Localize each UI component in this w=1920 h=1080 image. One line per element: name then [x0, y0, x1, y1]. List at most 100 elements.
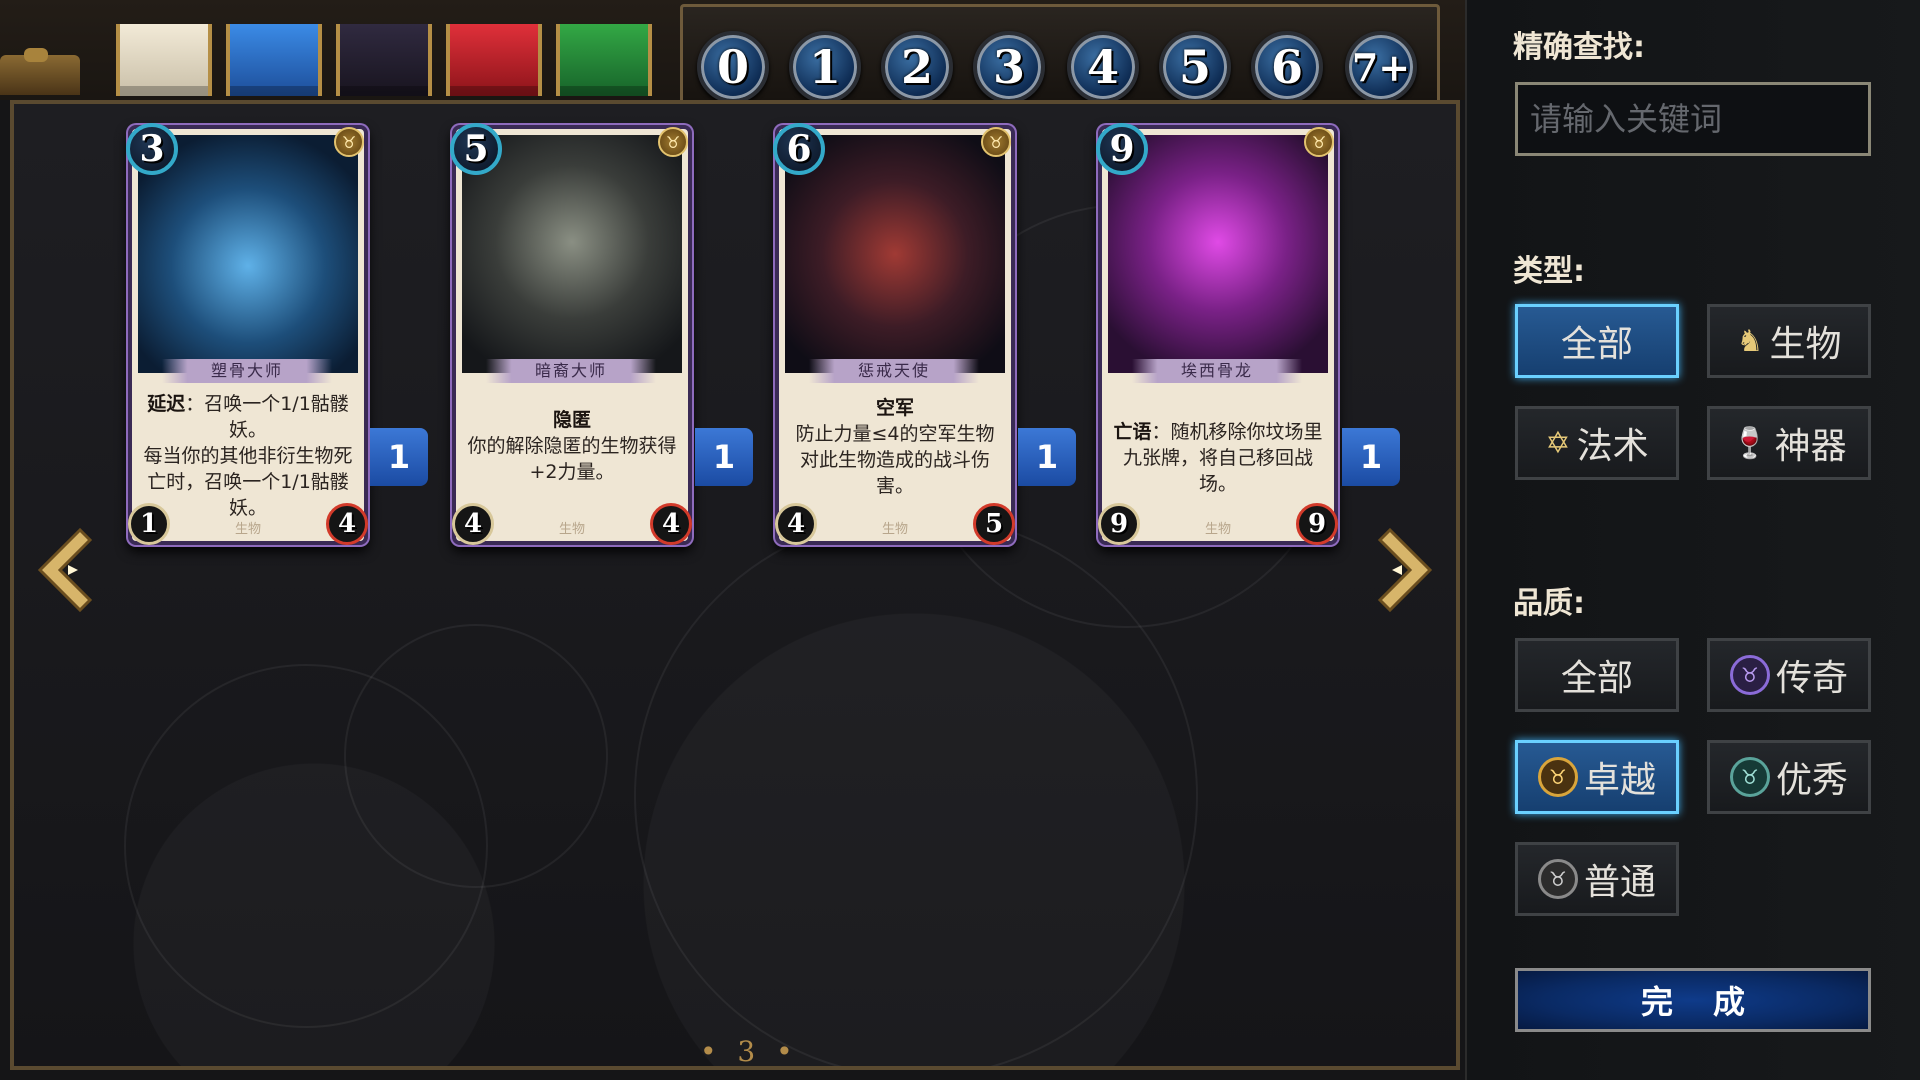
card-art	[1108, 135, 1328, 373]
card-text-extra: 每当你的其他非衍生物死亡时，召唤一个1/1骷髅妖。	[143, 445, 353, 519]
card-name: 暗裔大师	[486, 359, 656, 383]
cost-filter-5[interactable]: 5	[1159, 31, 1231, 103]
card-count-badge: 1	[1018, 428, 1076, 486]
cost-filter-3[interactable]: 3	[973, 31, 1045, 103]
card-count-badge: 1	[1342, 428, 1400, 486]
card-cost-gem: 6	[773, 123, 825, 175]
card-text-body: ：召唤一个1/1骷髅妖。	[185, 393, 349, 441]
card-text: 隐匿 你的解除隐匿的生物获得+2力量。	[464, 407, 680, 485]
cost-filter-0[interactable]: 0	[697, 31, 769, 103]
goblet-icon: 🍷	[1731, 425, 1769, 461]
rarity-excellent-icon: ♉	[658, 127, 688, 157]
star-icon: ✡	[1545, 425, 1571, 461]
button-label: 生物	[1769, 324, 1842, 365]
button-label: 全部	[1560, 324, 1633, 365]
next-page-arrow-icon[interactable]	[1370, 525, 1440, 615]
card-cost-gem: 3	[126, 123, 178, 175]
card-name: 埃西骨龙	[1132, 359, 1302, 383]
card-attack-gem: 9	[1098, 503, 1140, 545]
color-filter-blue[interactable]	[226, 24, 322, 96]
card-bone-dragon[interactable]: 埃西骨龙 亡语：随机移除你坟场里九张牌，将自己移回战场。 生物 9 ♉ 9 9	[1096, 123, 1338, 545]
card-punishing-angel[interactable]: 惩戒天使 空军 防止力量≤4的空军生物对此生物造成的战斗伤害。 生物 6 ♉ 4…	[773, 123, 1015, 545]
color-filter-white[interactable]	[116, 24, 212, 96]
cost-filter-7plus[interactable]: 7+	[1345, 31, 1417, 103]
card-keyword: 空军	[875, 397, 914, 419]
card-health-gem: 9	[1296, 503, 1338, 545]
color-filter-black[interactable]	[336, 24, 432, 96]
card-name: 塑骨大师	[162, 359, 332, 383]
button-label: 普通	[1583, 862, 1656, 903]
horse-head-icon: ♞	[1736, 323, 1764, 359]
scroll-rod-knob	[24, 48, 48, 62]
card-text-extra: 防止力量≤4的空军生物对此生物造成的战斗伤害。	[795, 423, 995, 497]
type-filter-creature-button[interactable]: ♞ 生物	[1707, 304, 1871, 378]
card-frame: 塑骨大师 延迟：召唤一个1/1骷髅妖。 每当你的其他非衍生物死亡时，召唤一个1/…	[128, 125, 368, 545]
type-filter-all-button[interactable]: 全部	[1515, 304, 1679, 378]
button-label: 优秀	[1775, 760, 1848, 801]
card-keyword: 隐匿	[552, 409, 591, 431]
type-filter-artifact-button[interactable]: 🍷 神器	[1707, 406, 1871, 480]
card-art	[462, 135, 682, 373]
card-frame: 暗裔大师 隐匿 你的解除隐匿的生物获得+2力量。 生物	[452, 125, 692, 545]
card-text: 空军 防止力量≤4的空军生物对此生物造成的战斗伤害。	[787, 395, 1003, 499]
prev-page-arrow-icon[interactable]	[30, 525, 100, 615]
card-text: 延迟：召唤一个1/1骷髅妖。 每当你的其他非衍生物死亡时，召唤一个1/1骷髅妖。	[140, 391, 356, 521]
card-keyword: 延迟	[147, 393, 186, 415]
button-label: 法术	[1576, 426, 1649, 467]
card-keyword: 亡语	[1113, 421, 1152, 443]
card-name: 惩戒天使	[809, 359, 979, 383]
color-filter-red[interactable]	[446, 24, 542, 96]
quality-filter-all-button[interactable]: 全部	[1515, 638, 1679, 712]
quality-filter-common-button[interactable]: ♉ 普通	[1515, 842, 1679, 916]
card-text-extra: 你的解除隐匿的生物获得+2力量。	[467, 435, 677, 483]
cost-filter-bar: 0 1 2 3 4 5 6 7+	[680, 4, 1440, 103]
card-attack-gem: 4	[452, 503, 494, 545]
cost-filter-1[interactable]: 1	[789, 31, 861, 103]
cost-filter-4[interactable]: 4	[1067, 31, 1139, 103]
card-cost-gem: 5	[450, 123, 502, 175]
card-attack-gem: 1	[128, 503, 170, 545]
card-art	[138, 135, 358, 373]
card-bone-shaper[interactable]: 塑骨大师 延迟：召唤一个1/1骷髅妖。 每当你的其他非衍生物死亡时，召唤一个1/…	[126, 123, 368, 545]
quality-filter-excellent-button[interactable]: ♉ 卓越	[1515, 740, 1679, 814]
card-count-badge: 1	[695, 428, 753, 486]
color-filter-green[interactable]	[556, 24, 652, 96]
type-filter-spell-button[interactable]: ✡ 法术	[1515, 406, 1679, 480]
quality-label: 品质:	[1513, 586, 1585, 621]
card-frame: 埃西骨龙 亡语：随机移除你坟场里九张牌，将自己移回战场。 生物	[1098, 125, 1338, 545]
rarity-excellent-icon: ♉	[334, 127, 364, 157]
card-count-badge: 1	[370, 428, 428, 486]
button-label: 全部	[1560, 658, 1633, 699]
button-label: 传奇	[1775, 658, 1848, 699]
top-bar: 0 1 2 3 4 5 6 7+	[0, 0, 1465, 103]
card-dark-master[interactable]: 暗裔大师 隐匿 你的解除隐匿的生物获得+2力量。 生物 5 ♉ 4 4	[450, 123, 692, 545]
decorative-circle	[344, 624, 608, 888]
legendary-rarity-icon: ♉	[1729, 655, 1770, 695]
rarity-excellent-icon: ♉	[981, 127, 1011, 157]
card-health-gem: 4	[326, 503, 368, 545]
quality-filter-good-button[interactable]: ♉ 优秀	[1707, 740, 1871, 814]
common-rarity-icon: ♉	[1537, 859, 1578, 899]
card-attack-gem: 4	[775, 503, 817, 545]
done-button[interactable]: 完成	[1515, 968, 1871, 1032]
good-rarity-icon: ♉	[1729, 757, 1770, 797]
card-text: 亡语：随机移除你坟场里九张牌，将自己移回战场。	[1110, 419, 1326, 497]
excellent-rarity-icon: ♉	[1537, 757, 1578, 797]
quality-filter-legendary-button[interactable]: ♉ 传奇	[1707, 638, 1871, 712]
cost-filter-2[interactable]: 2	[881, 31, 953, 103]
card-art	[785, 135, 1005, 373]
button-label: 神器	[1774, 426, 1847, 467]
card-cost-gem: 9	[1096, 123, 1148, 175]
card-frame: 惩戒天使 空军 防止力量≤4的空军生物对此生物造成的战斗伤害。 生物	[775, 125, 1015, 545]
card-health-gem: 5	[973, 503, 1015, 545]
cost-filter-6[interactable]: 6	[1251, 31, 1323, 103]
search-label: 精确查找:	[1513, 30, 1645, 65]
card-health-gem: 4	[650, 503, 692, 545]
keyword-search-input[interactable]	[1515, 82, 1871, 156]
page-indicator: • 3 •	[700, 1035, 799, 1068]
button-label: 卓越	[1583, 760, 1656, 801]
type-label: 类型:	[1513, 254, 1585, 289]
card-text-body: ：随机移除你坟场里九张牌，将自己移回战场。	[1122, 421, 1323, 495]
rarity-excellent-icon: ♉	[1304, 127, 1334, 157]
filter-panel: 精确查找: 类型: 全部 ♞ 生物 ✡ 法术 🍷 神器 品质: 全部 ♉ 传奇 …	[1465, 0, 1920, 1080]
